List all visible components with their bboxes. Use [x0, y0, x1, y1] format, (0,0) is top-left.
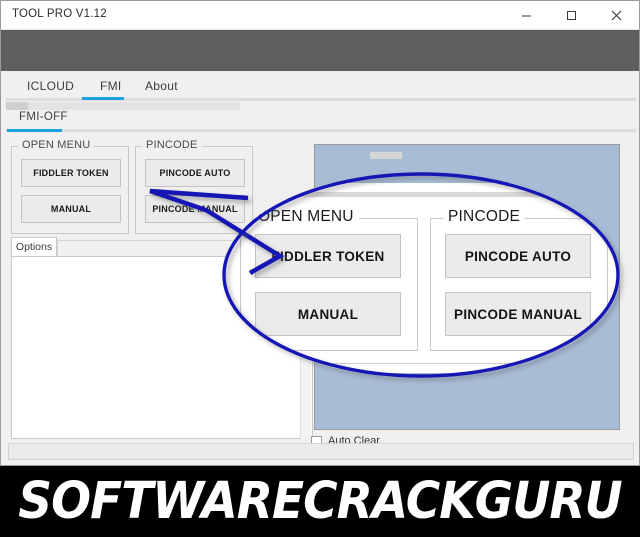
tab-fmi[interactable]: FMI — [94, 71, 128, 100]
magnified-group-open-menu: OPEN MENU FIDDLER TOKEN MANUAL — [240, 208, 418, 351]
magnified-pincode-auto-button[interactable]: PINCODE AUTO — [445, 234, 591, 278]
sub-tab-rule — [6, 129, 636, 132]
group-pincode-legend: PINCODE — [142, 139, 202, 151]
manual-button[interactable]: MANUAL — [21, 195, 121, 223]
watermark-text: SOFTWARECRACKGURU — [18, 471, 622, 532]
sub-tab-marker — [6, 102, 28, 110]
tab-about[interactable]: About — [139, 71, 184, 100]
output-panel-highlight — [370, 152, 402, 159]
status-bar — [8, 443, 634, 460]
title-bar: TOOL PRO V1.12 — [1, 1, 639, 30]
tab-icloud[interactable]: ICLOUD — [21, 71, 80, 100]
screenshot-root: TOOL PRO V1.12 ICLOUD FMI About FMI-OFF … — [0, 0, 640, 537]
magnified-group-pincode: PINCODE PINCODE AUTO PINCODE MANUAL — [430, 208, 608, 351]
minimize-button[interactable] — [504, 1, 549, 30]
close-button[interactable] — [594, 1, 639, 30]
magnified-pincode-manual-button[interactable]: PINCODE MANUAL — [445, 292, 591, 336]
magnified-group-pincode-legend: PINCODE — [443, 208, 526, 226]
magnified-group-open-menu-legend: OPEN MENU — [253, 208, 359, 226]
magnified-manual-button[interactable]: MANUAL — [255, 292, 401, 336]
sub-tab-bar — [6, 102, 240, 110]
magnified-fiddler-token-button[interactable]: FIDDLER TOKEN — [255, 234, 401, 278]
group-pincode: PINCODE PINCODE AUTO PINCODE MANUAL — [135, 139, 253, 234]
watermark-banner: SOFTWARECRACKGURU — [0, 466, 640, 537]
window-controls — [504, 1, 639, 30]
pincode-auto-button[interactable]: PINCODE AUTO — [145, 159, 245, 187]
sub-tab-fmi-off[interactable]: FMI-OFF — [19, 111, 68, 123]
magnifier-lens-content: OPEN MENU FIDDLER TOKEN MANUAL PINCODE P… — [222, 183, 620, 373]
main-tab-bar: ICLOUD FMI About — [1, 71, 639, 100]
sub-tab-active-indicator — [7, 129, 62, 132]
group-open-menu-legend: OPEN MENU — [18, 139, 95, 151]
pincode-manual-button[interactable]: PINCODE MANUAL — [145, 195, 245, 223]
header-band — [1, 30, 639, 71]
tab-active-indicator — [82, 97, 124, 100]
window-title: TOOL PRO V1.12 — [12, 8, 107, 20]
group-open-menu: OPEN MENU FIDDLER TOKEN MANUAL — [11, 139, 129, 234]
fiddler-token-button[interactable]: FIDDLER TOKEN — [21, 159, 121, 187]
maximize-button[interactable] — [549, 1, 594, 30]
tab-options[interactable]: Options — [11, 237, 57, 256]
